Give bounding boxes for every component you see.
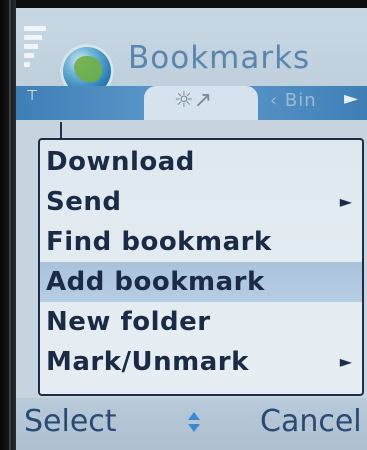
menu-item-label: Mark/Unmark bbox=[46, 347, 249, 377]
menu-item-new-folder[interactable]: New folder bbox=[40, 302, 362, 342]
menu-item-label: Find bookmark bbox=[46, 227, 272, 257]
menu-item-send[interactable]: Send ► bbox=[40, 182, 362, 222]
header: Bookmarks bbox=[16, 8, 367, 98]
cancel-softkey[interactable]: Cancel bbox=[260, 404, 362, 439]
device-bezel bbox=[0, 0, 16, 450]
tab-bar: ⊤ ☼↗ ‹ Bin ► bbox=[16, 86, 367, 120]
softkey-bar: Select Cancel bbox=[16, 398, 367, 450]
menu-item-find-bookmark[interactable]: Find bookmark bbox=[40, 222, 362, 262]
page-title: Bookmarks bbox=[128, 40, 311, 76]
bookmarks-tab-icon: ☼↗ bbox=[174, 88, 213, 113]
phone-screen: Bookmarks ⊤ ☼↗ ‹ Bin ► Download Send ► F… bbox=[16, 8, 367, 450]
menu-item-label: Download bbox=[46, 147, 195, 177]
select-softkey[interactable]: Select bbox=[24, 404, 117, 439]
menu-item-add-bookmark[interactable]: Add bookmark bbox=[40, 262, 362, 302]
menu-item-label: New folder bbox=[46, 307, 211, 337]
tab-next[interactable]: ‹ Bin bbox=[270, 90, 317, 111]
submenu-arrow-icon: ► bbox=[339, 192, 352, 211]
submenu-arrow-icon: ► bbox=[339, 352, 352, 371]
signal-strength-icon bbox=[24, 26, 48, 86]
options-menu: Download Send ► Find bookmark Add bookma… bbox=[38, 138, 364, 396]
menu-item-label: Send bbox=[46, 187, 122, 217]
menu-item-download[interactable]: Download bbox=[40, 142, 362, 182]
bezel-divider bbox=[9, 0, 11, 450]
scroll-updown-icon bbox=[186, 410, 202, 436]
menu-item-label: Add bookmark bbox=[46, 267, 265, 297]
menu-item-mark-unmark[interactable]: Mark/Unmark ► bbox=[40, 342, 362, 382]
antenna-icon: ⊤ bbox=[26, 88, 39, 104]
tab-right-arrow-icon[interactable]: ► bbox=[344, 88, 358, 109]
